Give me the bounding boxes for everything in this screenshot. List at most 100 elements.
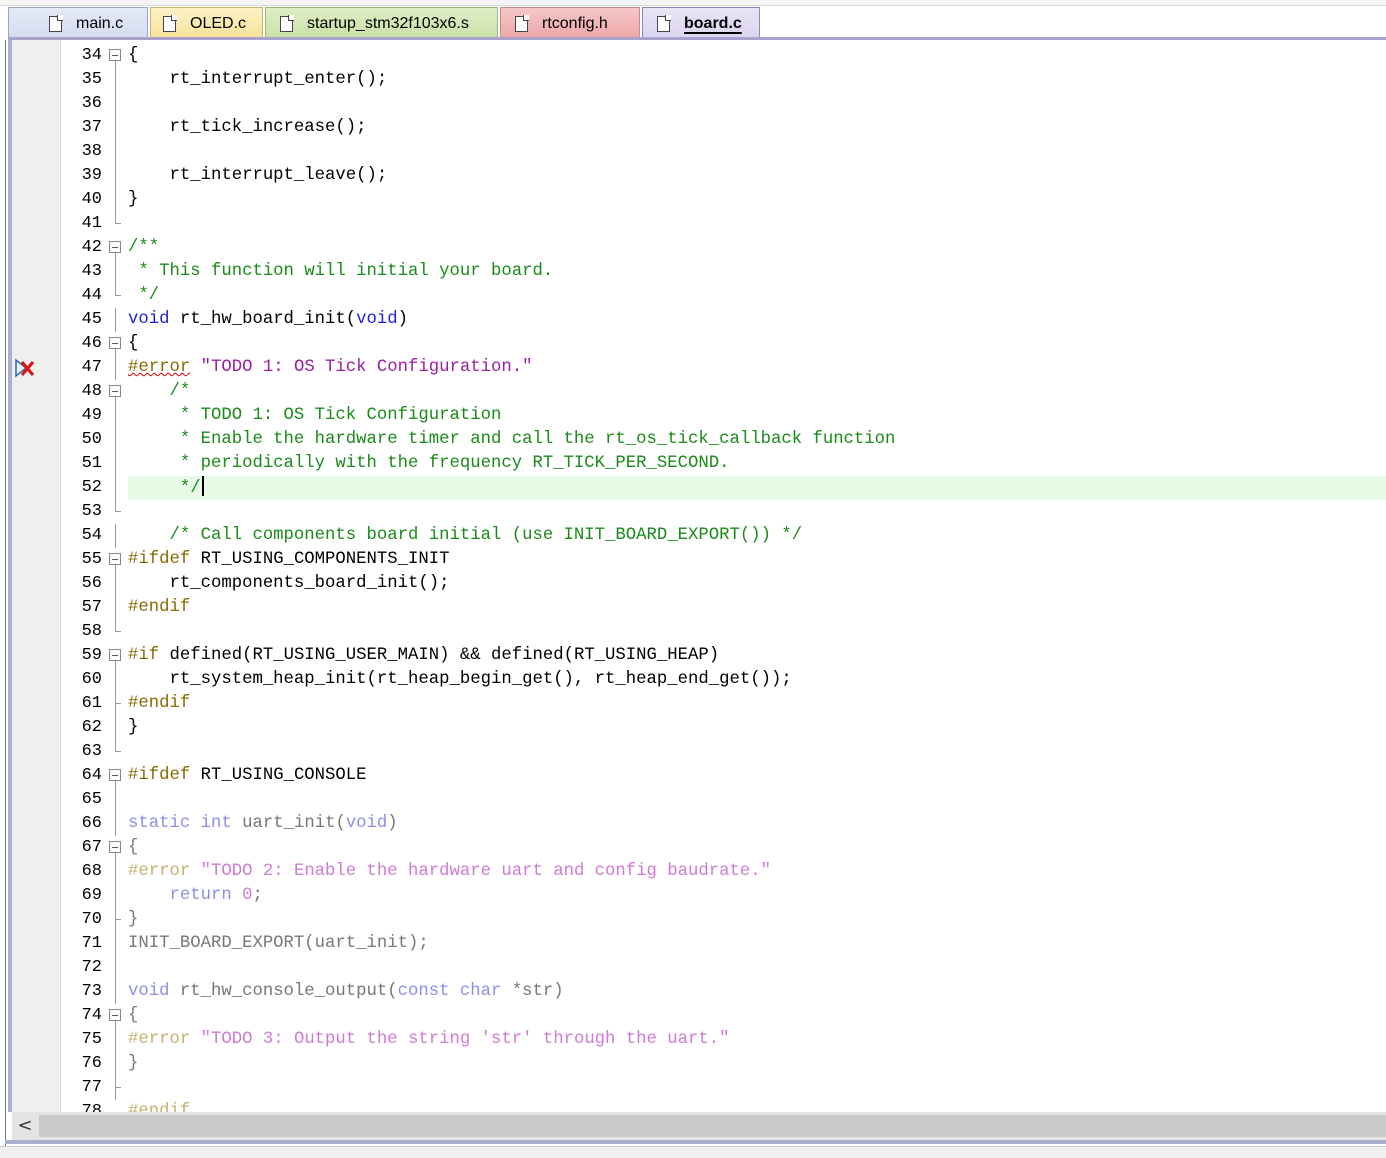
code-line[interactable]: 78 #endif — [0, 1100, 1386, 1112]
code-text[interactable]: */ — [128, 284, 159, 308]
code-line[interactable]: 60 rt_system_heap_init(rt_heap_begin_get… — [0, 668, 1386, 692]
code-text[interactable]: * This function will initial your board. — [128, 260, 553, 284]
code-text[interactable]: } — [128, 716, 138, 740]
code-text[interactable]: INIT_BOARD_EXPORT(uart_init); — [128, 932, 429, 956]
code-text[interactable]: void rt_hw_console_output(const char *st… — [128, 980, 564, 1004]
code-line[interactable]: 43 * This function will initial your boa… — [0, 260, 1386, 284]
code-line[interactable]: 73 void rt_hw_console_output(const char *… — [0, 980, 1386, 1004]
code-text[interactable]: { — [128, 332, 138, 356]
code-line[interactable]: 50 * Enable the hardware timer and call … — [0, 428, 1386, 452]
code-text[interactable]: #endif — [128, 1100, 190, 1112]
code-line[interactable]: 54 /* Call components board initial (use… — [0, 524, 1386, 548]
code-text[interactable]: rt_tick_increase(); — [128, 116, 366, 140]
code-line[interactable]: 56 rt_components_board_init(); — [0, 572, 1386, 596]
code-text[interactable]: static int uart_init(void) — [128, 812, 398, 836]
tab-oled-c[interactable]: OLED.c — [150, 7, 263, 39]
code-text[interactable]: rt_components_board_init(); — [128, 572, 449, 596]
code-line[interactable]: 51 * periodically with the frequency RT_… — [0, 452, 1386, 476]
code-line[interactable]: 67 { — [0, 836, 1386, 860]
code-line[interactable]: 66 static int uart_init(void) — [0, 812, 1386, 836]
code-line[interactable]: 47 #error "TODO 1: OS Tick Configuration.… — [0, 356, 1386, 380]
code-line[interactable]: 46 { — [0, 332, 1386, 356]
code-line[interactable]: 48 /* — [0, 380, 1386, 404]
code-line[interactable]: 38 — [0, 140, 1386, 164]
code-text[interactable]: } — [128, 908, 138, 932]
code-text[interactable]: rt_interrupt_leave(); — [128, 164, 387, 188]
tab-main-c[interactable]: main.c — [8, 7, 148, 39]
code-text[interactable]: #endif — [128, 692, 190, 716]
code-text[interactable]: #error "TODO 2: Enable the hardware uart… — [128, 860, 771, 884]
code-text[interactable]: } — [128, 188, 138, 212]
fold-toggle-icon[interactable] — [109, 841, 121, 853]
code-line[interactable]: 52 */ — [0, 476, 1386, 500]
code-line[interactable]: 64 #ifdef RT_USING_CONSOLE — [0, 764, 1386, 788]
code-line[interactable]: 72 — [0, 956, 1386, 980]
fold-toggle-icon[interactable] — [109, 769, 121, 781]
code-text[interactable]: #ifdef RT_USING_COMPONENTS_INIT — [128, 548, 450, 572]
code-line[interactable]: 55 #ifdef RT_USING_COMPONENTS_INIT — [0, 548, 1386, 572]
code-text[interactable]: { — [128, 836, 138, 860]
horizontal-scrollbar[interactable]: < — [12, 1112, 1386, 1140]
code-text[interactable]: rt_system_heap_init(rt_heap_begin_get(),… — [128, 668, 791, 692]
code-text[interactable]: return 0; — [128, 884, 262, 908]
code-line[interactable]: 45 void rt_hw_board_init(void) — [0, 308, 1386, 332]
code-text[interactable]: rt_interrupt_enter(); — [128, 68, 387, 92]
fold-toggle-icon[interactable] — [109, 337, 121, 349]
code-line[interactable]: 37 rt_tick_increase(); — [0, 116, 1386, 140]
code-text[interactable]: * Enable the hardware timer and call the… — [128, 428, 896, 452]
code-line[interactable]: 39 rt_interrupt_leave(); — [0, 164, 1386, 188]
code-line[interactable]: 36 — [0, 92, 1386, 116]
code-line[interactable]: 35 rt_interrupt_enter(); — [0, 68, 1386, 92]
code-line[interactable]: 70} — [0, 908, 1386, 932]
code-line[interactable]: 68 #error "TODO 2: Enable the hardware ua… — [0, 860, 1386, 884]
code-text[interactable]: #ifdef RT_USING_CONSOLE — [128, 764, 367, 788]
line-number: 52 — [81, 478, 102, 497]
code-text[interactable]: */ — [128, 476, 204, 501]
code-text[interactable]: #endif — [128, 596, 190, 620]
fold-toggle-icon[interactable] — [109, 241, 121, 253]
tab-board-c[interactable]: board.c — [642, 7, 760, 39]
code-lines[interactable]: 34 {35 rt_interrupt_enter(); 36 37 rt_tick_… — [0, 44, 1386, 1112]
code-line[interactable]: 76} — [0, 1052, 1386, 1076]
code-line[interactable]: 53 — [0, 500, 1386, 524]
code-text[interactable]: /** — [128, 236, 159, 260]
code-line[interactable]: 62} — [0, 716, 1386, 740]
code-text[interactable]: * TODO 1: OS Tick Configuration — [128, 404, 502, 428]
code-line[interactable]: 75 #error "TODO 3: Output the string 'str… — [0, 1028, 1386, 1052]
code-line[interactable]: 42 /** — [0, 236, 1386, 260]
scrollbar-thumb[interactable] — [39, 1115, 1386, 1137]
code-text[interactable]: * periodically with the frequency RT_TIC… — [128, 452, 730, 476]
code-line[interactable]: 65 — [0, 788, 1386, 812]
code-text[interactable]: void rt_hw_board_init(void) — [128, 308, 408, 332]
fold-toggle-icon[interactable] — [109, 385, 121, 397]
fold-toggle-icon[interactable] — [109, 1009, 121, 1021]
code-line[interactable]: 59 #if defined(RT_USING_USER_MAIN) && def… — [0, 644, 1386, 668]
code-line[interactable]: 34 { — [0, 44, 1386, 68]
code-text[interactable]: #error "TODO 3: Output the string 'str' … — [128, 1028, 730, 1052]
fold-toggle-icon[interactable] — [109, 553, 121, 565]
code-line[interactable]: 74 { — [0, 1004, 1386, 1028]
fold-toggle-icon[interactable] — [109, 649, 121, 661]
code-line[interactable]: 57 #endif — [0, 596, 1386, 620]
code-text[interactable]: { — [128, 44, 138, 68]
code-line[interactable]: 49 * TODO 1: OS Tick Configuration — [0, 404, 1386, 428]
code-text[interactable]: #error "TODO 1: OS Tick Configuration." — [128, 356, 532, 380]
code-line[interactable]: 63 — [0, 740, 1386, 764]
code-line[interactable]: 71 INIT_BOARD_EXPORT(uart_init); — [0, 932, 1386, 956]
code-text[interactable]: #if defined(RT_USING_USER_MAIN) && defin… — [128, 644, 719, 668]
scroll-left-arrow-icon[interactable]: < — [12, 1112, 38, 1140]
fold-toggle-icon[interactable] — [109, 49, 121, 61]
code-line[interactable]: 69 return 0; — [0, 884, 1386, 908]
code-text[interactable]: } — [128, 1052, 138, 1076]
code-line[interactable]: 58 — [0, 620, 1386, 644]
code-line[interactable]: 44 */ — [0, 284, 1386, 308]
code-line[interactable]: 40} — [0, 188, 1386, 212]
code-text[interactable]: /* Call components board initial (use IN… — [128, 524, 802, 548]
code-line[interactable]: 41 — [0, 212, 1386, 236]
code-line[interactable]: 61 #endif — [0, 692, 1386, 716]
code-text[interactable]: /* — [128, 380, 190, 404]
code-text[interactable]: { — [128, 1004, 138, 1028]
tab-startup-s[interactable]: startup_stm32f103x6.s — [265, 7, 498, 39]
code-line[interactable]: 77 — [0, 1076, 1386, 1100]
tab-rtconfig-h[interactable]: rtconfig.h — [500, 7, 640, 39]
